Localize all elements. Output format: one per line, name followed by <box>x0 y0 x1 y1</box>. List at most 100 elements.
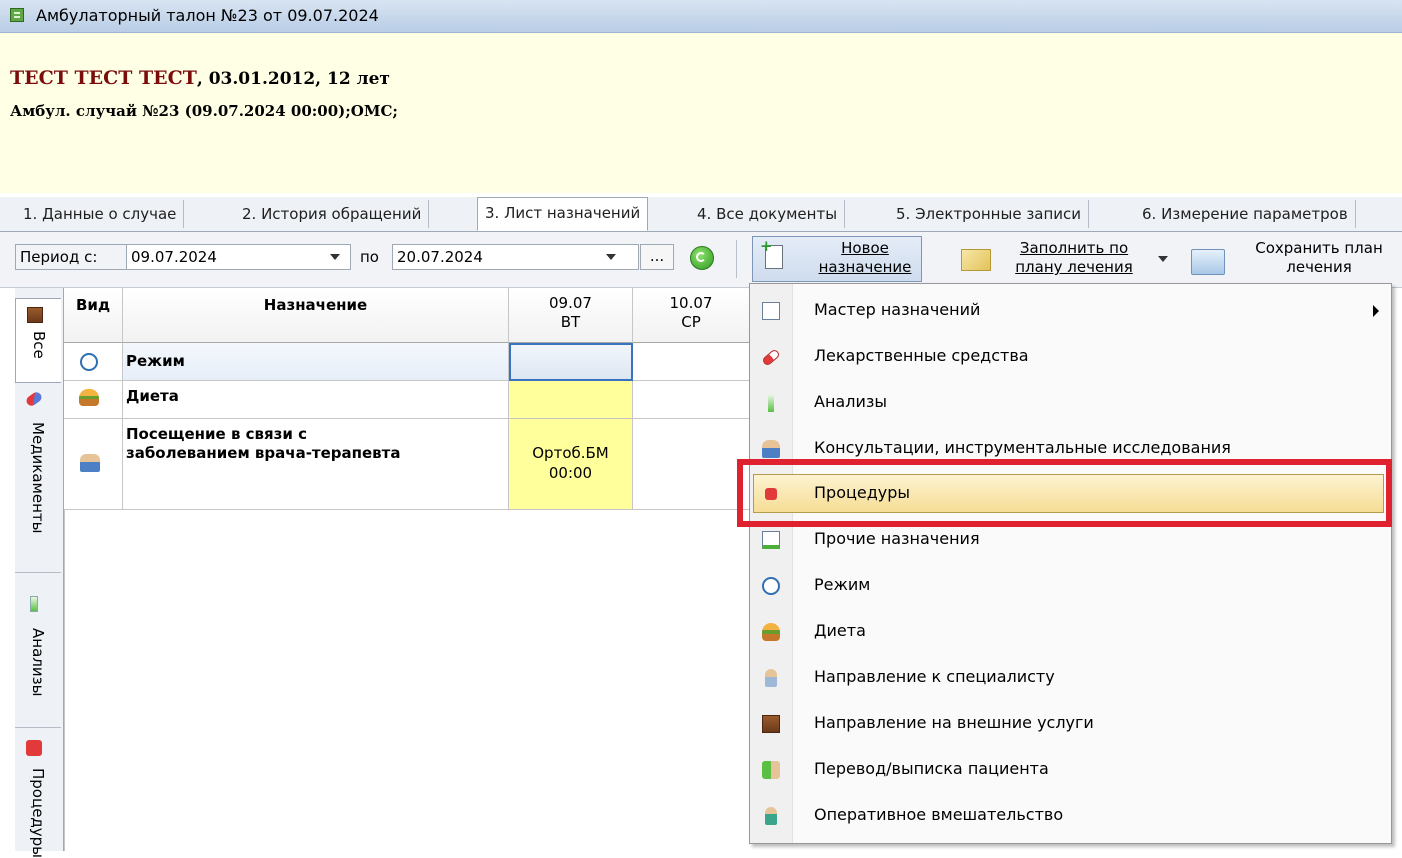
save-plan-button[interactable]: Сохранить план лечения <box>1180 236 1402 282</box>
tab-measurements[interactable]: 6. Измерение параметров <box>1135 200 1356 228</box>
row-regime-day1-cell[interactable] <box>509 343 633 381</box>
procedure-icon <box>26 740 42 756</box>
row-visit-name-line1: Посещение в связи с <box>126 425 308 443</box>
side-tab-analyses[interactable]: Анализы <box>15 588 61 728</box>
fill-by-plan-label: Заполнить по плану лечения <box>999 239 1149 277</box>
book-icon <box>27 307 43 323</box>
patient-name-line: ТЕСТ ТЕСТ ТЕСТ, 03.01.2012, 12 лет <box>10 67 390 89</box>
menu-item-external-services[interactable]: Направление на внешние услуги <box>750 701 1391 747</box>
row-diet-day1-cell[interactable] <box>509 381 633 419</box>
menu-item-label: Мастер назначений <box>814 300 981 319</box>
row-visit-day1-text: Ортоб.БМ <box>532 444 609 462</box>
menu-item-label: Режим <box>814 575 871 594</box>
new-assignment-line2: назначение <box>818 258 912 276</box>
transfer-icon <box>762 761 780 779</box>
day1-weekday: ВТ <box>560 313 581 331</box>
table-row-kind <box>64 381 123 419</box>
tab-assignments[interactable]: 3. Лист назначений <box>477 197 649 231</box>
chevron-down-icon[interactable] <box>606 254 616 260</box>
fill-line2: плану лечения <box>1015 258 1133 276</box>
row-diet-day2-cell[interactable] <box>633 381 750 419</box>
row-visit-name[interactable]: Посещение в связи с заболеванием врача-т… <box>123 419 509 510</box>
surgeon-icon <box>765 807 777 825</box>
folder-icon <box>1191 249 1225 275</box>
fill-line1: Заполнить по <box>1019 239 1129 257</box>
test-tube-icon <box>30 596 38 612</box>
assignment-grid: Вид Назначение 09.07 ВТ 10.07 СР Режим Д… <box>64 288 750 851</box>
menu-item-assignment-wizard[interactable]: Мастер назначений <box>750 288 1391 334</box>
side-tab-procedures-label: Процедуры <box>29 768 47 858</box>
tab-history[interactable]: 2. История обращений <box>235 200 430 228</box>
book-icon <box>762 715 780 733</box>
side-tab-strip: Все Медикаменты Анализы Процедуры <box>15 288 64 858</box>
row-visit-day1-time: 00:00 <box>548 464 593 482</box>
row-diet-name[interactable]: Диета <box>123 381 509 419</box>
menu-item-regime[interactable]: Режим <box>750 563 1391 609</box>
new-assignment-button[interactable]: Новое назначение <box>752 236 922 282</box>
fill-by-plan-button[interactable]: Заполнить по плану лечения <box>940 236 1150 282</box>
row-regime-name[interactable]: Режим <box>123 343 509 381</box>
chevron-down-icon[interactable] <box>330 254 340 260</box>
menu-item-label: Диета <box>814 621 866 640</box>
menu-item-analyses[interactable]: Анализы <box>750 380 1391 426</box>
tab-all-documents[interactable]: 4. Все документы <box>690 200 846 228</box>
date-from-field[interactable]: 09.07.2024 <box>126 244 351 270</box>
tab-electronic-records[interactable]: 5. Электронные записи <box>889 200 1090 228</box>
window-title: Амбулаторный талон №23 от 09.07.2024 <box>36 6 379 25</box>
row-visit-name-line2: заболеванием врача-терапевта <box>126 444 401 462</box>
diet-icon <box>79 389 99 406</box>
highlight-annotation-box <box>737 459 1392 527</box>
menu-item-diet[interactable]: Диета <box>750 609 1391 655</box>
chevron-down-icon[interactable] <box>1158 256 1168 262</box>
toolbar-separator <box>736 240 737 278</box>
app-icon <box>10 8 24 22</box>
side-tab-medications[interactable]: Медикаменты <box>15 388 61 573</box>
side-tab-all-label: Все <box>30 331 48 359</box>
row-regime-day2-cell[interactable] <box>633 343 750 381</box>
date-picker-button[interactable]: ... <box>640 244 674 270</box>
col-kind-header[interactable]: Вид <box>64 288 123 343</box>
submenu-arrow-icon <box>1373 305 1379 317</box>
regime-icon <box>80 353 98 371</box>
doctor-icon <box>762 440 780 458</box>
new-assignment-menu: Мастер назначений Лекарственные средства… <box>749 283 1392 844</box>
grid-border <box>64 510 65 851</box>
side-tab-procedures[interactable]: Процедуры <box>15 736 61 858</box>
save-plan-label: Сохранить план лечения <box>1237 239 1401 277</box>
patient-details: , 03.01.2012, 12 лет <box>196 69 390 89</box>
row-visit-day1-cell[interactable]: Ортоб.БМ 00:00 <box>509 419 633 510</box>
side-tab-all[interactable]: Все <box>15 298 61 383</box>
col-assignment-header[interactable]: Назначение <box>123 288 509 343</box>
menu-item-label: Оперативное вмешательство <box>814 805 1064 824</box>
menu-item-label: Направление на внешние услуги <box>814 713 1094 732</box>
window-titlebar: Амбулаторный талон №23 от 09.07.2024 <box>0 0 1402 33</box>
fill-plan-icon <box>961 249 991 271</box>
menu-item-label: Прочие назначения <box>814 529 980 548</box>
menu-item-transfer-discharge[interactable]: Перевод/выписка пациента <box>750 747 1391 793</box>
to-label: по <box>360 248 379 266</box>
col-day1-header[interactable]: 09.07 ВТ <box>509 288 633 343</box>
menu-item-medications[interactable]: Лекарственные средства <box>750 334 1391 380</box>
pill-icon <box>24 390 44 408</box>
date-to-field[interactable]: 20.07.2024 <box>392 244 639 270</box>
menu-item-surgery[interactable]: Оперативное вмешательство <box>750 793 1391 839</box>
tab-case-data[interactable]: 1. Данные о случае <box>16 200 185 228</box>
day1-date: 09.07 <box>549 294 592 312</box>
refresh-icon[interactable] <box>690 246 714 270</box>
col-day2-header[interactable]: 10.07 СР <box>633 288 750 343</box>
save-line1: Сохранить план <box>1255 239 1383 257</box>
row-visit-day2-cell[interactable] <box>633 419 750 510</box>
test-tube-icon <box>768 394 774 412</box>
menu-item-label: Консультации, инструментальные исследова… <box>814 438 1231 457</box>
patient-name: ТЕСТ ТЕСТ ТЕСТ <box>10 67 197 89</box>
regime-icon <box>762 577 780 595</box>
menu-item-label: Направление к специалисту <box>814 667 1055 686</box>
pill-icon <box>761 348 781 367</box>
diet-icon <box>762 623 780 641</box>
specialist-icon <box>765 669 777 687</box>
side-tab-analyses-label: Анализы <box>29 628 47 697</box>
menu-item-label: Анализы <box>814 392 887 411</box>
menu-item-label: Лекарственные средства <box>814 346 1029 365</box>
menu-item-specialist-referral[interactable]: Направление к специалисту <box>750 655 1391 701</box>
patient-header: ТЕСТ ТЕСТ ТЕСТ, 03.01.2012, 12 лет Амбул… <box>0 33 1402 193</box>
